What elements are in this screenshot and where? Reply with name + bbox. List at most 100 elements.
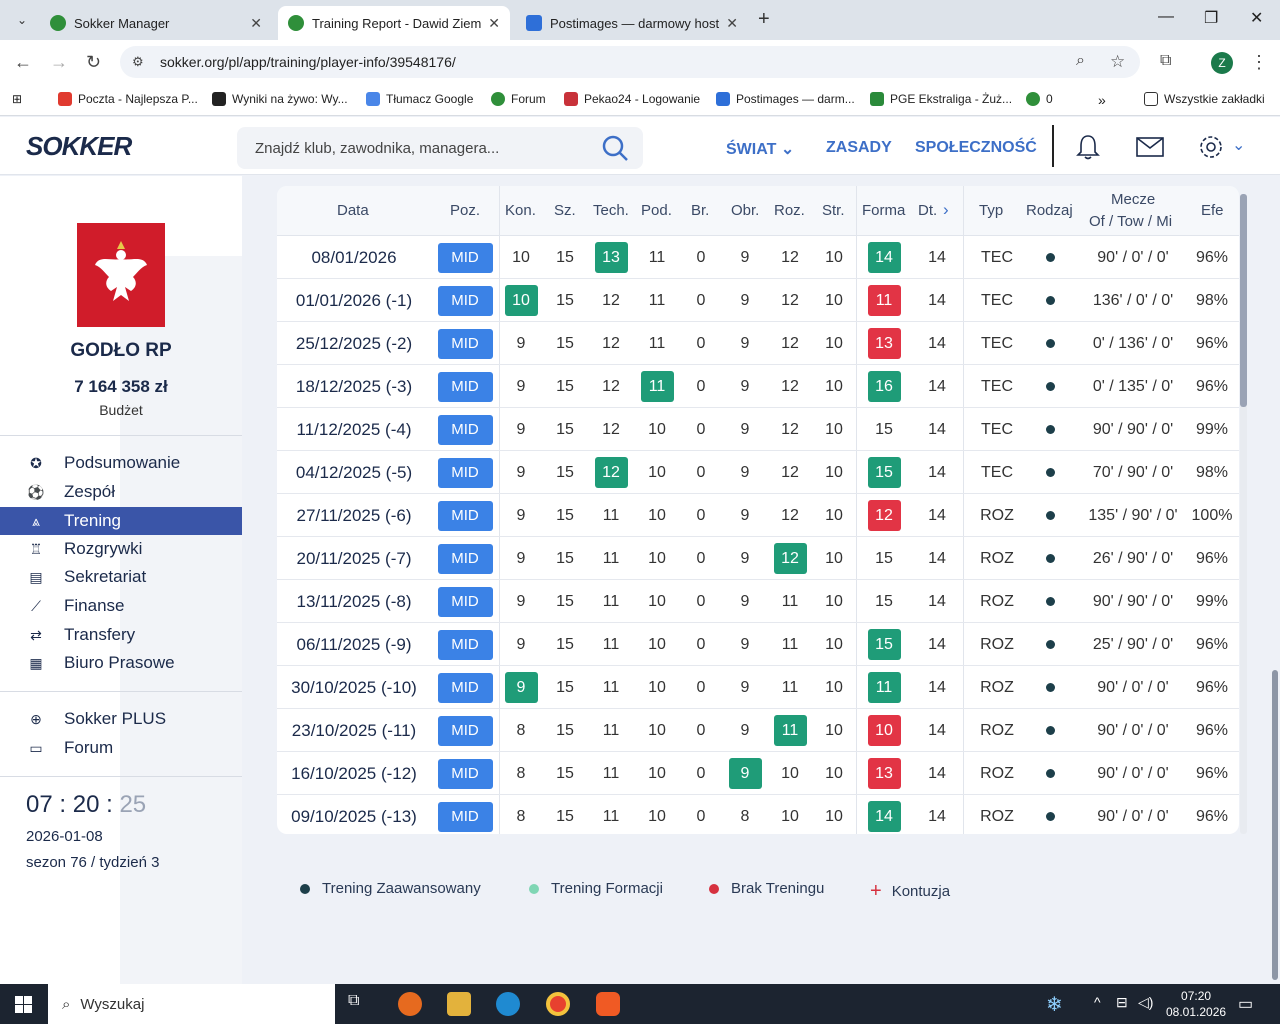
col-header-typ[interactable]: Typ (979, 202, 1003, 219)
sidebar-item-sekretariat[interactable]: ▤ Sekretariat (0, 563, 242, 591)
search-icon[interactable] (601, 134, 629, 162)
col-header-dt[interactable]: Dt. (918, 202, 937, 219)
tab-search-button[interactable]: ⌄ (8, 8, 36, 32)
apps-grid-icon[interactable]: ⊞ (12, 92, 22, 106)
close-tab-icon[interactable]: ✕ (250, 15, 262, 32)
bookmarks-overflow-icon[interactable]: » (1098, 92, 1106, 108)
col-header-data[interactable]: Data (337, 202, 369, 219)
bookmark-poczta[interactable]: Poczta - Najlepsza P... (58, 92, 198, 106)
cell-str: 10 (812, 236, 856, 279)
sidebar-item-rozgrywki[interactable]: ♖ Rozgrywki (0, 535, 242, 563)
bookmark-postimages[interactable]: Postimages — darm... (716, 92, 855, 106)
snowflake-weather-icon[interactable]: ❄ (1046, 992, 1063, 1017)
site-info-icon[interactable]: ⚙ (132, 54, 148, 70)
minimize-icon[interactable]: — (1158, 8, 1174, 26)
scroll-right-chevron-icon[interactable]: › (943, 200, 949, 220)
sidebar-item-finanse[interactable]: ⟋ Finanse (0, 592, 242, 620)
close-window-icon[interactable]: ✕ (1250, 8, 1263, 28)
tab-training-report[interactable]: Training Report - Dawid Ziemia ✕ (278, 6, 510, 40)
back-icon[interactable]: ← (14, 52, 32, 73)
brave-icon[interactable] (596, 992, 620, 1016)
browser-menu-icon[interactable]: ⋮ (1250, 52, 1268, 73)
col-header-sz[interactable]: Sz. (554, 202, 576, 219)
nav-swiat[interactable]: ŚWIAT ⌄ (726, 139, 794, 159)
bell-icon[interactable] (1075, 133, 1101, 161)
firefox-icon[interactable] (398, 992, 422, 1016)
col-header-efe[interactable]: Efe (1201, 202, 1224, 219)
extensions-icon[interactable]: ⧉ (1160, 52, 1171, 70)
taskbar-search-input[interactable]: ⌕ Wyszukaj (48, 984, 335, 1024)
sidebar-item-label: Sekretariat (64, 567, 147, 586)
sidebar-item-podsumowanie[interactable]: ✪ Podsumowanie (0, 449, 242, 477)
tab-postimages[interactable]: Postimages — darmowy hostin ✕ (516, 6, 748, 40)
network-icon[interactable]: ⊟ (1116, 994, 1128, 1011)
bookmark-zero[interactable]: 0 (1026, 92, 1053, 106)
skill-up-badge: 9 (728, 758, 762, 789)
nav-zasady[interactable]: ZASADY (826, 139, 892, 157)
site-search-input[interactable]: Znajdź klub, zawodnika, managera... (237, 127, 643, 169)
restore-icon[interactable]: ❐ (1204, 8, 1218, 28)
windows-start-icon[interactable] (15, 996, 32, 1013)
sokker-logo[interactable]: SOKKER (26, 131, 132, 162)
table-row: 23/10/2025 (-11) MID 8 15 11 10 0 9 11 10 10 14 ROZ 9… (277, 709, 1239, 752)
tab-sokker-manager[interactable]: Sokker Manager ✕ (40, 6, 272, 40)
bookmark-pge[interactable]: PGE Ekstraliga - Żuż... (870, 92, 1012, 106)
sidebar-item-sokker-plus[interactable]: ⊕ Sokker PLUS (0, 705, 242, 733)
cell-kon: 8 (499, 752, 543, 795)
gear-icon[interactable] (1197, 133, 1225, 161)
col-header-rodzaj[interactable]: Rodzaj (1026, 202, 1073, 219)
bookmark-forum[interactable]: Forum (491, 92, 546, 106)
close-tab-icon[interactable]: ✕ (726, 15, 738, 32)
sidebar-item-biuro-prasowe[interactable]: ▦ Biuro Prasowe (0, 649, 242, 677)
budget-label: Budżet (99, 402, 143, 418)
zoom-icon[interactable]: ⌕ (1076, 52, 1085, 70)
bookmark-star-icon[interactable]: ☆ (1110, 52, 1125, 72)
cell-value: 16/10/2025 (-12) (291, 763, 417, 783)
mail-icon[interactable] (1136, 137, 1164, 157)
all-bookmarks-folder[interactable]: Wszystkie zakładki (1144, 92, 1265, 106)
cell-forma: 13 (862, 322, 906, 365)
bookmark-tlumacz[interactable]: Tłumacz Google (366, 92, 473, 106)
forward-icon[interactable]: → (50, 52, 68, 73)
cell-rodzaj (1028, 666, 1072, 709)
col-header-tech[interactable]: Tech. (593, 202, 629, 219)
col-header-str[interactable]: Str. (822, 202, 845, 219)
cell-value: 8 (516, 807, 526, 825)
col-header-mecze[interactable]: Mecze (1111, 191, 1155, 208)
task-view-icon[interactable]: ⧉ (348, 992, 372, 1016)
page-scrollbar-thumb[interactable] (1272, 670, 1278, 980)
profile-avatar[interactable]: Z (1211, 52, 1233, 74)
chevron-down-icon[interactable]: ⌄ (1232, 135, 1245, 155)
sidebar-item-zespol[interactable]: ⚽ Zespół (0, 478, 242, 506)
col-header-br[interactable]: Br. (691, 202, 709, 219)
sidebar-item-trening[interactable]: ⩓ Trening (0, 507, 242, 535)
sidebar-item-transfery[interactable]: ⇄ Transfery (0, 621, 242, 649)
col-header-forma[interactable]: Forma (862, 202, 905, 219)
col-header-obr[interactable]: Obr. (731, 202, 759, 219)
col-header-roz[interactable]: Roz. (774, 202, 805, 219)
volume-icon[interactable]: ◁) (1138, 994, 1153, 1011)
close-tab-icon[interactable]: ✕ (488, 15, 500, 32)
cell-tech: 11 (589, 752, 633, 795)
bookmark-pekao[interactable]: Pekao24 - Logowanie (564, 92, 700, 106)
cell-pod: 10 (635, 623, 679, 666)
club-name[interactable]: GODŁO RP (0, 340, 242, 362)
cell-value: 12 (781, 248, 799, 266)
cell-pos: MID (430, 666, 500, 709)
col-header-kon[interactable]: Kon. (505, 202, 536, 219)
taskbar-clock[interactable]: 07:20 08.01.2026 (1166, 988, 1226, 1020)
url-field[interactable]: ⚙ sokker.org/pl/app/training/player-info… (120, 46, 1140, 78)
col-header-poz[interactable]: Poz. (450, 202, 480, 219)
file-explorer-icon[interactable] (447, 992, 471, 1016)
new-tab-button[interactable]: + (758, 8, 770, 31)
reload-icon[interactable]: ↻ (86, 52, 101, 73)
edge-icon[interactable] (496, 992, 520, 1016)
nav-spolecznosc[interactable]: SPOŁECZNOŚĆ (915, 139, 1037, 157)
bookmark-wyniki[interactable]: Wyniki na żywo: Wy... (212, 92, 348, 106)
col-header-pod[interactable]: Pod. (641, 202, 672, 219)
table-scrollbar-thumb[interactable] (1240, 194, 1247, 407)
notifications-icon[interactable]: ▭ (1238, 994, 1253, 1014)
sidebar-item-forum[interactable]: ▭ Forum (0, 734, 242, 762)
tray-chevron-up-icon[interactable]: ^ (1094, 994, 1101, 1010)
chrome-icon[interactable] (546, 992, 570, 1016)
